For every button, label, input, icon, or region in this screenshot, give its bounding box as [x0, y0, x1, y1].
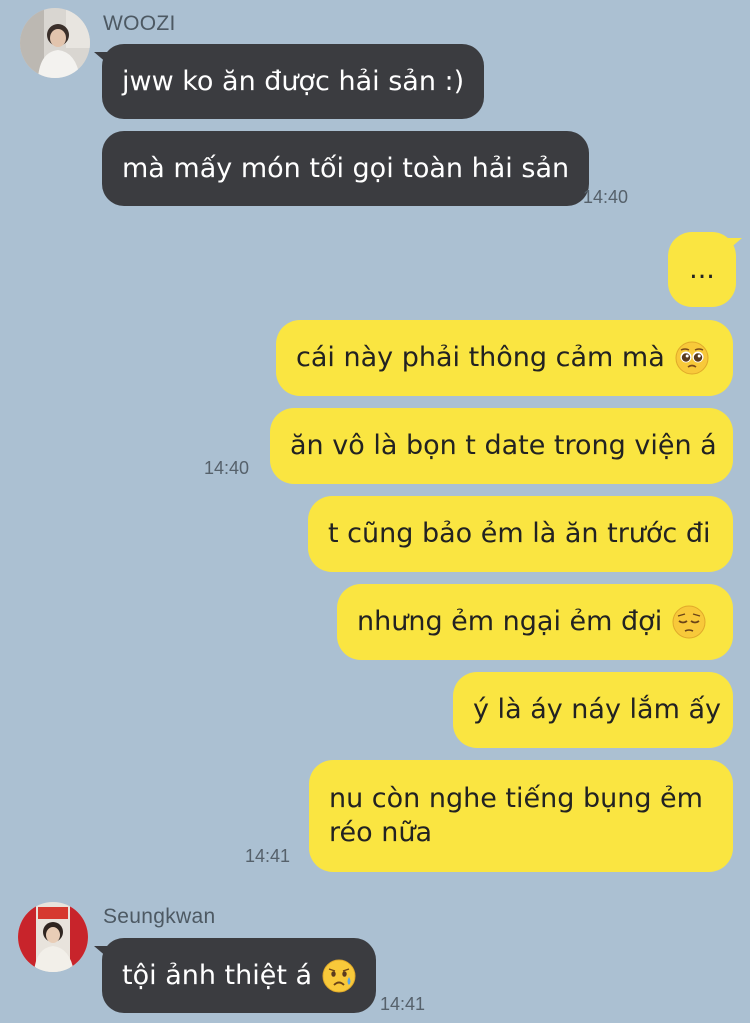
message-bubble[interactable]: mà mấy món tối gọi toàn hải sản [102, 131, 590, 206]
message-bubble[interactable]: ăn vô là bọn t date trong viện á [270, 408, 733, 484]
message-text: cái này phải thông cảm mà [296, 342, 665, 373]
sad-but-relieved-face-emoji [322, 959, 356, 993]
message-timestamp: 14:40 [204, 458, 250, 478]
bubble-tail [728, 238, 742, 250]
message-text: ăn vô là bọn t date trong viện á [290, 430, 717, 461]
sender-name: WOOZI [103, 12, 176, 35]
message-text: tội ảnh thiệt á [122, 959, 313, 991]
message-bubble[interactable]: nhưng ẻm ngại ẻm đợi [337, 584, 733, 660]
message-bubble[interactable]: tội ảnh thiệt á [102, 938, 377, 1013]
message-text: nhưng ẻm ngại ẻm đợi [357, 606, 663, 637]
message-bubble[interactable]: t cũng bảo ẻm là ăn trước đi [308, 496, 733, 572]
message-bubble[interactable]: ... [668, 232, 736, 307]
message-bubble[interactable]: jww ko ăn được hải sản :) [102, 44, 485, 119]
message-timestamp: 14:40 [583, 187, 629, 207]
seungkwan-avatar[interactable] [18, 902, 88, 972]
message-text: nu còn nghe tiếng bụng ẻm réo nữa [329, 783, 703, 848]
message-bubble[interactable]: cái này phải thông cảm mà [276, 320, 733, 396]
message-timestamp: 14:41 [380, 994, 426, 1014]
message-text: jww ko ăn được hải sản :) [122, 65, 465, 97]
bubble-tail [94, 946, 108, 958]
sender-name: Seungkwan [103, 905, 216, 928]
bubble-tail [94, 52, 108, 64]
message-text: t cũng bảo ẻm là ăn trước đi [328, 518, 711, 549]
message-timestamp: 14:41 [245, 846, 291, 866]
message-bubble[interactable]: nu còn nghe tiếng bụng ẻm réo nữa [309, 760, 733, 872]
message-text: mà mấy món tối gọi toàn hải sản [122, 152, 570, 184]
pleading-face-emoji [675, 341, 709, 375]
pensive-face-emoji [672, 605, 706, 639]
woozi-avatar[interactable] [20, 8, 90, 78]
message-bubble[interactable]: ý là áy náy lắm ấy [453, 672, 733, 748]
message-text: ... [689, 253, 715, 285]
message-text: ý là áy náy lắm ấy [473, 694, 721, 725]
